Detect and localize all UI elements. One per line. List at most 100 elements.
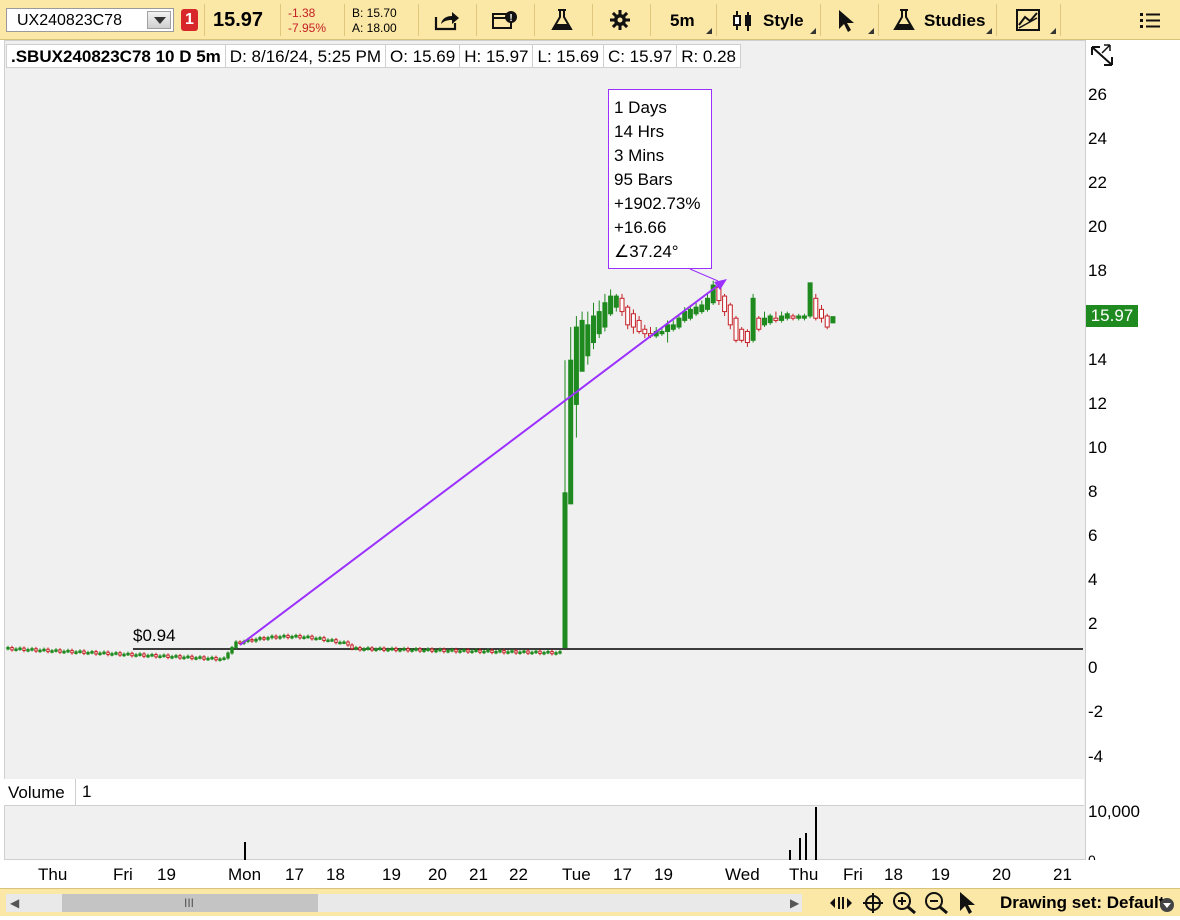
candle-body[interactable] [733,317,739,341]
candle-body[interactable] [585,324,591,357]
candle-body[interactable] [636,319,642,332]
candle-body[interactable] [178,655,182,659]
candle-body[interactable] [466,649,470,653]
candle-body[interactable] [591,315,596,344]
candle-body[interactable] [42,648,46,652]
candle-body[interactable] [554,652,558,655]
candle-body[interactable] [530,651,534,655]
candle-body[interactable] [10,647,14,651]
candle-body[interactable] [478,649,482,653]
candle-body[interactable] [270,635,274,639]
scroll-right-arrow[interactable]: ▶ [790,896,799,910]
candle-body[interactable] [406,648,410,652]
candle-body[interactable] [756,317,762,330]
candle-body[interactable] [378,647,382,651]
candle-body[interactable] [330,639,334,642]
candle-body[interactable] [374,648,378,652]
candle-body[interactable] [82,650,86,654]
candle-body[interactable] [130,652,134,657]
candle-body[interactable] [34,648,38,652]
candle-body[interactable] [498,649,502,653]
zoom-x-icon[interactable] [828,893,854,913]
candle-body[interactable] [254,638,258,642]
candle-body[interactable] [474,649,478,653]
candle-body[interactable] [562,492,568,648]
candle-body[interactable] [62,650,66,654]
candle-body[interactable] [750,297,756,341]
candle-body[interactable] [94,651,98,655]
candle-body[interactable] [813,297,819,319]
candle-body[interactable] [542,651,546,655]
candle-body[interactable] [146,654,150,658]
candle-body[interactable] [494,651,498,654]
candle-body[interactable] [784,313,790,319]
candle-body[interactable] [558,651,562,654]
drawing-set-label[interactable]: Drawing set: Default [1000,893,1164,913]
measure-info-box[interactable]: 1 Days 14 Hrs 3 Mins 95 Bars +1902.73% +… [608,89,712,269]
candle-body[interactable] [630,313,636,328]
candle-body[interactable] [110,653,114,656]
measure-trendline[interactable] [239,283,721,646]
candle-body[interactable] [398,649,402,652]
candle-body[interactable] [801,315,807,319]
candle-body[interactable] [370,647,374,651]
candle-body[interactable] [30,648,34,651]
candle-body[interactable] [158,655,162,658]
candle-body[interactable] [522,650,526,653]
candle-body[interactable] [142,653,146,657]
candle-body[interactable] [198,656,202,659]
candle-body[interactable] [613,295,619,308]
candle-body[interactable] [14,648,18,651]
candle-body[interactable] [682,311,688,321]
candle-body[interactable] [482,650,486,654]
candle-body[interactable] [693,306,699,315]
horizontal-scrollbar[interactable]: ◀ III ▶ [6,894,802,912]
candle-body[interactable] [322,637,326,641]
candle-body[interactable] [262,637,266,640]
candle-body[interactable] [70,649,74,654]
candle-body[interactable] [138,653,142,656]
candle-body[interactable] [86,651,90,655]
candle-body[interactable] [326,639,330,643]
candle-body[interactable] [334,639,338,644]
candle-body[interactable] [790,315,796,319]
candle-body[interactable] [58,649,62,653]
candle-body[interactable] [358,647,362,651]
candle-body[interactable] [338,641,342,645]
candle-body[interactable] [22,647,26,651]
candle-body[interactable] [190,655,194,660]
candle-body[interactable] [126,652,130,656]
candle-body[interactable] [354,647,358,650]
candle-body[interactable] [302,636,306,639]
candle-body[interactable] [510,650,514,653]
candle-body[interactable] [394,647,398,652]
candle-body[interactable] [114,652,118,655]
candle-body[interactable] [186,655,190,659]
time-axis[interactable]: Thu Fri 19 Mon 17 18 19 20 21 22 Tue 17 19 Wed Thu Fri 1… [0,860,1086,888]
candle-body[interactable] [446,650,450,653]
candle-body[interactable] [18,647,22,651]
candle-body[interactable] [687,308,693,319]
drawing-set-dropdown-icon[interactable] [1160,898,1174,912]
candle-body[interactable] [26,649,30,652]
candle-body[interactable] [796,315,802,319]
candle-body[interactable] [390,647,394,651]
candle-body[interactable] [402,648,406,651]
candle-body[interactable] [773,317,779,321]
candle-body[interactable] [362,648,366,651]
candle-body[interactable] [210,656,214,660]
candle-body[interactable] [222,657,226,661]
candle-body[interactable] [162,654,166,658]
candle-body[interactable] [66,649,70,653]
candle-body[interactable] [727,304,733,326]
candle-body[interactable] [314,637,318,641]
candle-body[interactable] [278,636,282,639]
expand-collapse-icon[interactable] [1088,43,1118,69]
candle-body[interactable] [642,328,648,335]
candle-body[interactable] [579,319,585,372]
candle-body[interactable] [762,317,767,326]
candle-body[interactable] [422,649,426,653]
scrollbar-thumb[interactable]: III [62,894,318,912]
candle-body[interactable] [486,649,490,653]
candle-body[interactable] [739,328,745,341]
